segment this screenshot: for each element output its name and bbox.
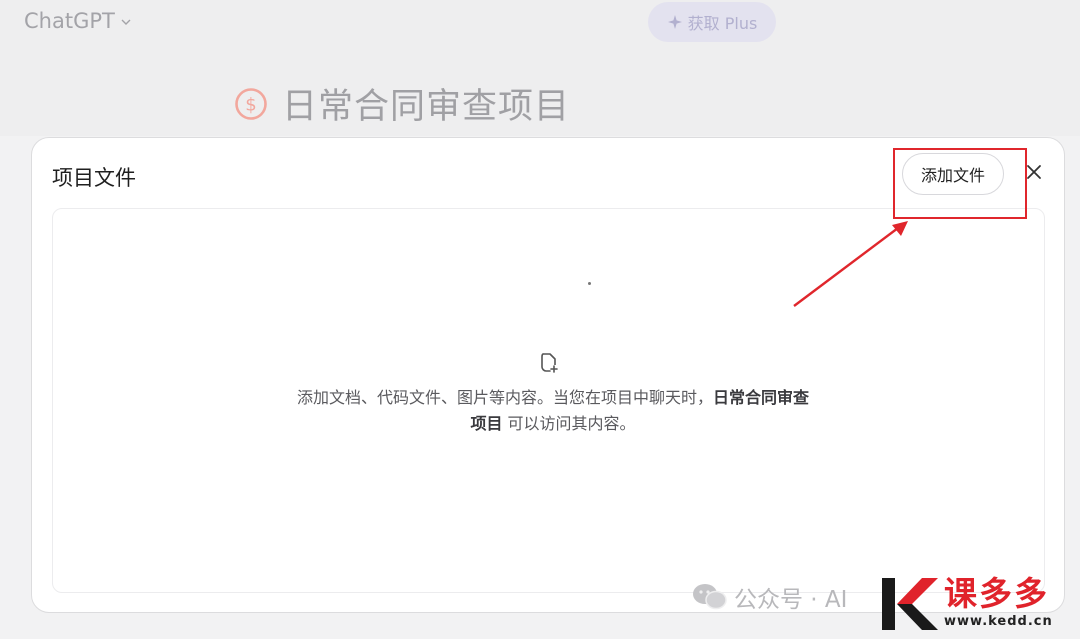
empty-state-text: 添加文档、代码文件、图片等内容。当您在项目中聊天时，日常合同审查项目 可以访问其… [293, 385, 813, 437]
wechat-watermark: 公众号 · AI [692, 580, 847, 614]
wechat-icon [693, 584, 727, 610]
empty-text-before: 添加文档、代码文件、图片等内容。当您在项目中聊天时， [296, 388, 713, 407]
project-title: 日常合同审查项目 [282, 87, 571, 127]
sparkle-icon [667, 15, 682, 29]
model-switcher[interactable]: ChatGPT [24, 9, 133, 33]
chevron-down-icon [121, 19, 131, 25]
model-name: ChatGPT [24, 9, 115, 33]
watermark-text: 公众号 · AI [734, 587, 848, 613]
svg-text:$: $ [245, 94, 256, 115]
annotation-highlight-box [893, 148, 1027, 219]
annotation-arrow [793, 221, 908, 307]
close-icon [1027, 165, 1041, 179]
get-plus-label: 获取 Plus [687, 14, 758, 33]
empty-text-after: 可以访问其内容。 [502, 414, 636, 433]
get-plus-button[interactable]: 获取 Plus [648, 2, 776, 42]
logo-url: www.kedd.cn [944, 614, 1053, 629]
loading-dot [588, 282, 591, 285]
file-plus-icon [541, 353, 558, 373]
k-logo-icon [882, 578, 938, 630]
kedd-logo: 课多多 www.kedd.cn [878, 574, 1053, 634]
dollar-coin-icon: $ [235, 87, 267, 120]
project-header: $ 日常合同审查项目 [234, 78, 570, 129]
logo-name: 课多多 [944, 574, 1049, 613]
dialog-title: 项目文件 [52, 166, 136, 190]
